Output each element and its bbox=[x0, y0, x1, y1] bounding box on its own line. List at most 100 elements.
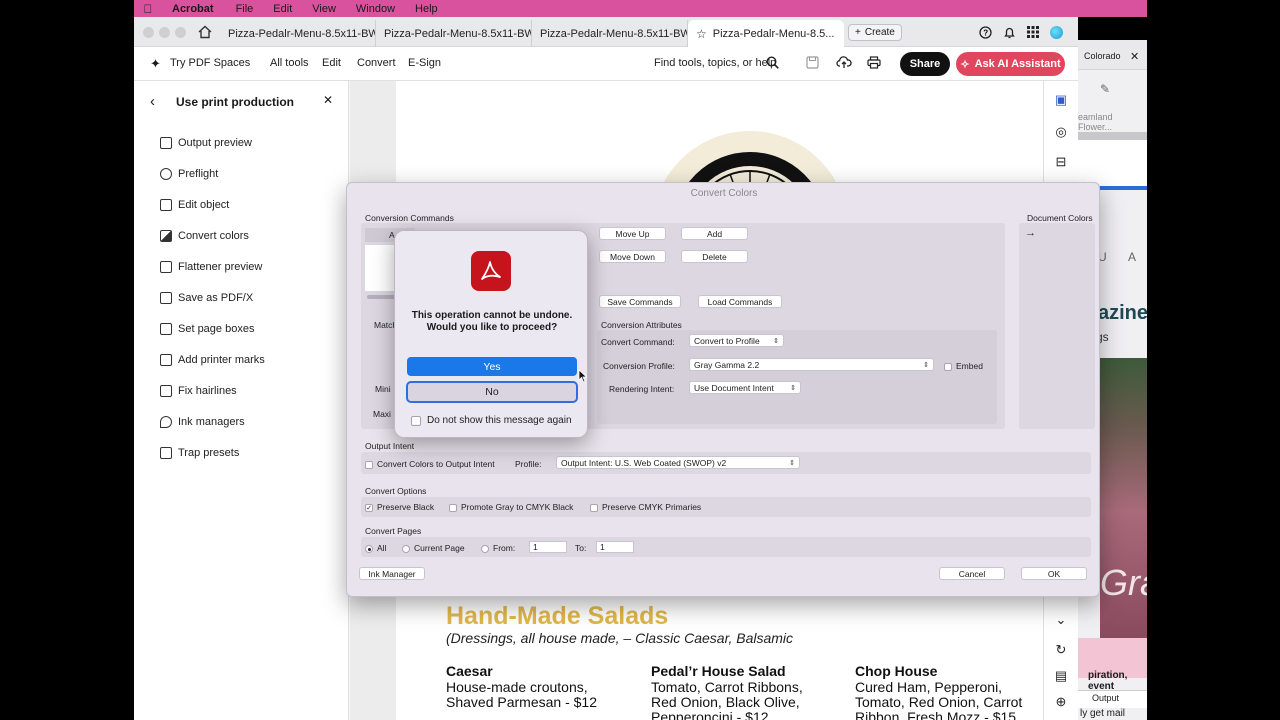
preflight-icon bbox=[160, 168, 172, 180]
panel-item-add-printer-marks[interactable]: Add printer marks bbox=[160, 351, 265, 369]
list-scrollbar[interactable] bbox=[367, 295, 397, 299]
from-page-input[interactable]: 1 bbox=[529, 541, 567, 553]
menubar-app-name[interactable]: Acrobat bbox=[172, 3, 214, 15]
pen-icon[interactable]: ✎ bbox=[1100, 82, 1110, 96]
apple-icon[interactable]:  bbox=[134, 2, 162, 16]
page-icon[interactable]: ▤ bbox=[1052, 667, 1070, 685]
convert-menu[interactable]: Convert bbox=[357, 57, 396, 69]
search-icon[interactable] bbox=[766, 56, 779, 72]
panel-item-ink-managers[interactable]: Ink managers bbox=[160, 413, 245, 431]
add-button[interactable]: Add bbox=[681, 227, 748, 240]
close-window-button[interactable] bbox=[143, 27, 154, 38]
save-pdfx-icon bbox=[160, 292, 172, 304]
panel-item-save-pdfx[interactable]: Save as PDF/X bbox=[160, 289, 253, 307]
convert-to-output-intent-checkbox[interactable]: Convert Colors to Output Intent bbox=[365, 459, 495, 469]
document-colors-list[interactable] bbox=[1019, 223, 1095, 429]
rendering-intent-select[interactable]: Use Document Intent ⇕ bbox=[689, 381, 801, 394]
chevron-down-icon[interactable]: ⌄ bbox=[1052, 611, 1070, 629]
to-label: To: bbox=[575, 543, 587, 553]
from-radio[interactable]: From: bbox=[481, 543, 515, 553]
ink-manager-button[interactable]: Ink Manager bbox=[359, 567, 425, 580]
no-button[interactable]: No bbox=[406, 381, 578, 403]
star-icon[interactable]: ☆ bbox=[696, 27, 707, 41]
esign-menu[interactable]: E-Sign bbox=[408, 57, 441, 69]
delete-button[interactable]: Delete bbox=[681, 250, 748, 263]
panel-item-edit-object[interactable]: Edit object bbox=[160, 196, 229, 214]
avatar[interactable] bbox=[1050, 26, 1063, 39]
home-icon[interactable] bbox=[197, 24, 213, 40]
panel-item-set-page-boxes[interactable]: Set page boxes bbox=[160, 320, 254, 338]
preserve-cmyk-checkbox[interactable]: Preserve CMYK Primaries bbox=[590, 502, 701, 512]
apps-grid-icon[interactable] bbox=[1025, 24, 1041, 40]
dont-show-again-checkbox[interactable]: Do not show this message again bbox=[411, 415, 572, 426]
conversion-profile-select[interactable]: Gray Gamma 2.2 ⇕ bbox=[689, 358, 934, 371]
bg-tab-label[interactable]: Colorado bbox=[1084, 51, 1121, 61]
text-color-icon[interactable]: A bbox=[1128, 250, 1136, 264]
save-commands-button[interactable]: Save Commands bbox=[599, 295, 681, 308]
tab-3[interactable]: Pizza-Pedalr-Menu-8.5x11-BW-... bbox=[532, 20, 688, 47]
tab-close-icon[interactable]: ✕ bbox=[842, 27, 844, 40]
panel-close-icon[interactable]: ✕ bbox=[323, 93, 333, 107]
menu-window[interactable]: Window bbox=[356, 3, 395, 15]
back-chevron-icon[interactable]: ‹ bbox=[150, 93, 155, 110]
checkmark-icon: ✓ bbox=[365, 503, 373, 512]
menu-item-line: Tomato, Red Onion, Carrot bbox=[855, 694, 1023, 710]
preserve-black-checkbox[interactable]: ✓ Preserve Black bbox=[365, 502, 434, 512]
yes-button[interactable]: Yes bbox=[407, 357, 577, 376]
move-up-button[interactable]: Move Up bbox=[599, 227, 666, 240]
menu-file[interactable]: File bbox=[236, 3, 254, 15]
ok-button[interactable]: OK bbox=[1021, 567, 1087, 580]
bg-tab-close-icon[interactable]: ✕ bbox=[1130, 50, 1139, 63]
tab-2[interactable]: Pizza-Pedalr-Menu-8.5x11-BW-... bbox=[376, 20, 532, 47]
save-icon[interactable] bbox=[806, 56, 819, 72]
panel-item-fix-hairlines[interactable]: Fix hairlines bbox=[160, 382, 237, 400]
ask-ai-assistant-button[interactable]: ✧ Ask AI Assistant bbox=[956, 52, 1065, 76]
cancel-button[interactable]: Cancel bbox=[939, 567, 1005, 580]
bell-icon[interactable] bbox=[1001, 24, 1017, 40]
ink-drop-icon bbox=[160, 416, 172, 428]
tab-4-active[interactable]: ☆ Pizza-Pedalr-Menu-8.5... ✕ bbox=[688, 20, 844, 47]
embed-checkbox[interactable]: Embed bbox=[944, 361, 983, 371]
arrow-right-icon[interactable]: → bbox=[1025, 227, 1036, 239]
convert-command-select[interactable]: Convert to Profile ⇕ bbox=[689, 334, 784, 347]
comment-icon[interactable]: ◎ bbox=[1052, 123, 1070, 141]
minimize-window-button[interactable] bbox=[159, 27, 170, 38]
all-tools-menu[interactable]: All tools bbox=[270, 57, 309, 69]
panel-item-output-preview[interactable]: Output preview bbox=[160, 134, 252, 152]
help-icon[interactable]: ? bbox=[977, 24, 993, 40]
all-pages-radio[interactable]: All bbox=[365, 543, 386, 553]
tab-1[interactable]: Pizza-Pedalr-Menu-8.5x11-BW-... bbox=[220, 20, 376, 47]
menu-item-name: Chop House bbox=[855, 663, 938, 679]
move-down-button[interactable]: Move Down bbox=[599, 250, 666, 263]
conversion-profile-label: Conversion Profile: bbox=[603, 361, 675, 371]
salads-subtitle: (Dressings, all house made, – Classic Ca… bbox=[446, 630, 794, 646]
zoom-icon[interactable]: ⊕ bbox=[1052, 693, 1070, 711]
select-arrows-icon: ⇕ bbox=[789, 459, 795, 467]
zoom-window-button[interactable] bbox=[175, 27, 186, 38]
panel-item-flattener-preview[interactable]: Flattener preview bbox=[160, 258, 262, 276]
menu-edit[interactable]: Edit bbox=[273, 3, 292, 15]
create-button[interactable]: + Create bbox=[848, 24, 902, 41]
panel-item-convert-colors[interactable]: Convert colors bbox=[160, 227, 249, 245]
ai-summary-icon[interactable]: ▣ bbox=[1052, 91, 1070, 109]
page-boxes-icon bbox=[160, 323, 172, 335]
menu-view[interactable]: View bbox=[312, 3, 336, 15]
tab-label: Pizza-Pedalr-Menu-8.5x11-BW-... bbox=[228, 27, 376, 40]
bookmark-icon[interactable]: ⊟ bbox=[1052, 153, 1070, 171]
load-commands-button[interactable]: Load Commands bbox=[698, 295, 782, 308]
tab-label: Pizza-Pedalr-Menu-8.5x11-BW-... bbox=[384, 27, 532, 40]
try-pdf-spaces[interactable]: Try PDF Spaces bbox=[170, 57, 250, 69]
print-icon[interactable] bbox=[867, 56, 881, 72]
upload-cloud-icon[interactable] bbox=[836, 55, 852, 72]
find-tools-search[interactable]: Find tools, topics, or help bbox=[654, 57, 776, 69]
share-button[interactable]: Share bbox=[900, 52, 950, 76]
output-intent-profile-select[interactable]: Output Intent: U.S. Web Coated (SWOP) v2… bbox=[556, 456, 800, 469]
menu-help[interactable]: Help bbox=[415, 3, 438, 15]
refresh-icon[interactable]: ↻ bbox=[1052, 641, 1070, 659]
panel-item-trap-presets[interactable]: Trap presets bbox=[160, 444, 239, 462]
panel-item-preflight[interactable]: Preflight bbox=[160, 165, 218, 183]
current-page-radio[interactable]: Current Page bbox=[402, 543, 465, 553]
promote-gray-checkbox[interactable]: Promote Gray to CMYK Black bbox=[449, 502, 573, 512]
to-page-input[interactable]: 1 bbox=[596, 541, 634, 553]
edit-menu[interactable]: Edit bbox=[322, 57, 341, 69]
